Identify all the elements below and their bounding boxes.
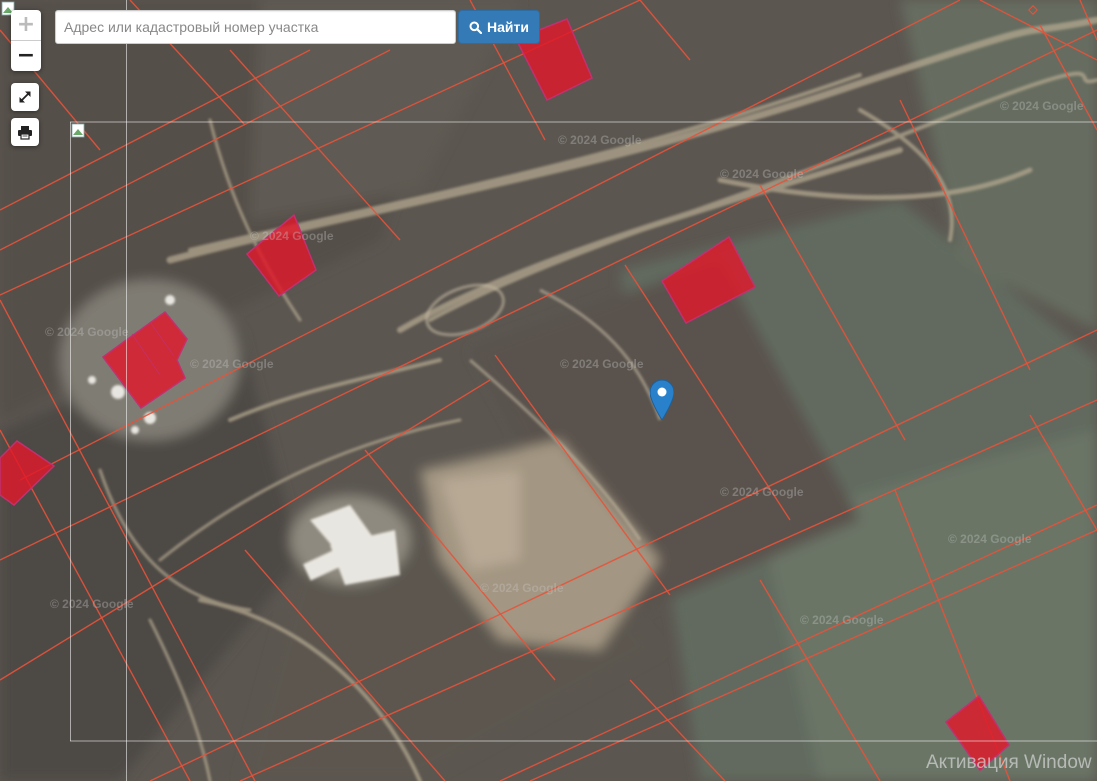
svg-text:© 2024 Google: © 2024 Google xyxy=(720,485,804,499)
svg-text:© 2024 Google: © 2024 Google xyxy=(50,597,134,611)
activation-watermark: Активация Window xyxy=(926,752,1092,773)
search-button-label: Найти xyxy=(487,19,529,35)
map-view[interactable]: © 2024 Google © 2024 Google © 2024 Googl… xyxy=(0,0,1097,781)
svg-text:© 2024 Google: © 2024 Google xyxy=(45,325,129,339)
svg-text:© 2024 Google: © 2024 Google xyxy=(558,133,642,147)
print-icon xyxy=(18,125,32,140)
print-button[interactable] xyxy=(11,118,39,146)
address-search-input[interactable] xyxy=(55,10,456,44)
search-icon xyxy=(469,21,483,34)
svg-text:© 2024 Google: © 2024 Google xyxy=(250,229,334,243)
svg-text:© 2024 Google: © 2024 Google xyxy=(480,581,564,595)
svg-text:© 2024 Google: © 2024 Google xyxy=(560,357,644,371)
expand-icon xyxy=(19,91,31,103)
satellite-map[interactable]: © 2024 Google © 2024 Google © 2024 Googl… xyxy=(0,0,1097,781)
svg-text:© 2024 Google: © 2024 Google xyxy=(1000,99,1084,113)
svg-text:© 2024 Google: © 2024 Google xyxy=(190,357,274,371)
zoom-control: + − xyxy=(11,10,41,71)
svg-text:© 2024 Google: © 2024 Google xyxy=(720,167,804,181)
zoom-out-button[interactable]: − xyxy=(11,41,41,71)
zoom-in-button[interactable]: + xyxy=(11,10,41,40)
search-button[interactable]: Найти xyxy=(458,10,540,44)
location-marker-icon[interactable] xyxy=(649,379,675,421)
svg-text:© 2024 Google: © 2024 Google xyxy=(800,613,884,627)
svg-text:© 2024 Google: © 2024 Google xyxy=(948,532,1032,546)
fullscreen-button[interactable] xyxy=(11,83,39,111)
